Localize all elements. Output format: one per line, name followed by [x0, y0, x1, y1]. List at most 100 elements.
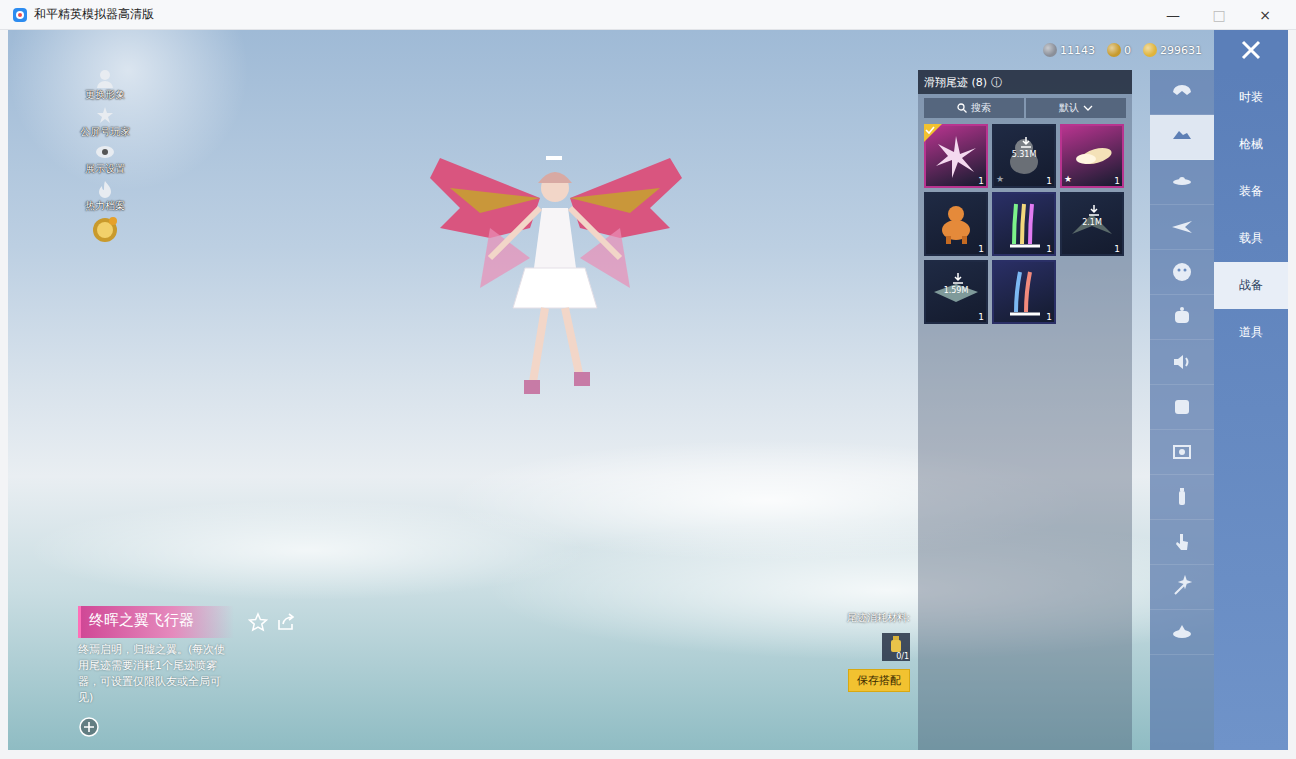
menu-icon — [95, 68, 115, 88]
menu-icon — [95, 142, 115, 162]
expand-plus-icon[interactable] — [78, 716, 296, 738]
trail-item[interactable]: 1 — [924, 124, 988, 188]
icon-tab-column — [1150, 70, 1214, 750]
search-placeholder: 搜索 — [971, 101, 991, 115]
trail-item[interactable]: 1 — [992, 192, 1056, 256]
window-control-button[interactable]: × — [1242, 7, 1288, 23]
search-icon — [957, 103, 967, 113]
currency-value: 11143 — [1060, 44, 1095, 57]
trail-item[interactable]: 5.31M★1 — [992, 124, 1056, 188]
category-icon — [1170, 260, 1194, 284]
item-count: 1 — [978, 176, 984, 186]
currency: 11143 — [1043, 43, 1095, 57]
chevron-down-icon — [1083, 104, 1093, 112]
item-description: 终焉启明，归墟之翼。(每次使用尾迹需要消耗1个尾迹喷雾器，可设置仅限队友或全局可… — [78, 642, 228, 706]
trail-item[interactable]: 1.59M1 — [924, 260, 988, 324]
item-count: 1 — [978, 312, 984, 322]
trail-item[interactable]: 2.1M1 — [1060, 192, 1124, 256]
category-tab[interactable]: 装备 — [1214, 168, 1288, 215]
window-control-button: □ — [1196, 7, 1242, 23]
search-field[interactable]: 搜索 — [924, 98, 1024, 118]
category-tab[interactable]: 载具 — [1214, 215, 1288, 262]
bottom-row: 终晖之翼飞行器终焉启明，归墟之翼。(每次使用尾迹需要消耗1个尾迹喷雾器，可设置仅… — [72, 606, 918, 738]
selected-check-icon — [924, 124, 942, 142]
download-icon — [1088, 204, 1100, 216]
sort-value: 默认 — [1059, 101, 1079, 115]
currency-bar: 11143 0 299631 — [8, 30, 1214, 70]
favorite-star-icon[interactable] — [248, 612, 268, 632]
window-title: 和平精英模拟器高清版 — [34, 6, 1150, 23]
category-icon-tab[interactable] — [1150, 70, 1214, 115]
category-icon-tab[interactable] — [1150, 340, 1214, 385]
category-tab[interactable]: 时装 — [1214, 74, 1288, 121]
star-icon: ★ — [1064, 174, 1072, 184]
trail-item-icon — [926, 126, 986, 186]
menu-label: 展示设置 — [85, 162, 125, 176]
download-icon — [1020, 136, 1032, 148]
menu-label: 公屏号玩家 — [80, 125, 130, 139]
title-bar: 和平精英模拟器高清版—□× — [0, 0, 1296, 30]
category-icon-tab[interactable] — [1150, 295, 1214, 340]
category-icon — [1170, 440, 1194, 464]
coin-icon — [1143, 43, 1157, 57]
category-icon-tab[interactable] — [1150, 205, 1214, 250]
currency: 0 — [1107, 43, 1131, 57]
item-name: 终晖之翼飞行器 — [78, 606, 234, 638]
menu-label: 热力档案 — [85, 199, 125, 213]
category-icon-tab[interactable] — [1150, 250, 1214, 295]
preview-area: 更换形象公屏号玩家展示设置热力档案终晖之翼飞行器终焉启明，归墟之翼。(每次使用尾… — [8, 30, 918, 750]
category-icon — [1170, 530, 1194, 554]
category-icon — [1170, 620, 1194, 644]
app-logo-icon — [12, 7, 28, 23]
trail-item[interactable]: ★1 — [1060, 124, 1124, 188]
panel-column: 滑翔尾迹 (8)ⓘ搜索默认15.31M★1★1112.1M11.59M11 — [918, 70, 1150, 750]
category-icon-tab[interactable] — [1150, 475, 1214, 520]
star-icon: ★ — [996, 174, 1004, 184]
category-icon — [1170, 80, 1194, 104]
panel-title: 滑翔尾迹 (8) — [924, 75, 987, 90]
category-icon-tab[interactable] — [1150, 430, 1214, 475]
trail-panel: 滑翔尾迹 (8)ⓘ搜索默认15.31M★1★1112.1M11.59M11 — [918, 70, 1132, 750]
share-icon[interactable] — [276, 612, 296, 632]
category-label: 装备 — [1239, 183, 1263, 200]
download-size: 2.1M — [1062, 218, 1122, 227]
category-icon-tab[interactable] — [1150, 115, 1214, 160]
category-icon — [1170, 215, 1194, 239]
coin-icon — [1107, 43, 1121, 57]
currency: 299631 — [1143, 43, 1202, 57]
category-icon-tab[interactable] — [1150, 385, 1214, 430]
menu-icon — [95, 179, 115, 199]
category-icon-tab[interactable] — [1150, 520, 1214, 565]
material-count: 0/1 — [895, 652, 910, 661]
category-icon-tab[interactable] — [1150, 565, 1214, 610]
trail-item[interactable]: 1 — [924, 192, 988, 256]
menu-label: 更换形象 — [85, 88, 125, 102]
category-icon — [1170, 575, 1194, 599]
category-icon-tab[interactable] — [1150, 610, 1214, 655]
window-control-button[interactable]: — — [1150, 7, 1196, 23]
left-menu-item[interactable]: 展示设置 — [85, 142, 125, 176]
category-tab[interactable]: 战备 — [1214, 262, 1288, 309]
rank-badge-icon — [91, 216, 119, 244]
category-tab[interactable]: 枪械 — [1214, 121, 1288, 168]
left-menu-item[interactable]: 公屏号玩家 — [80, 105, 130, 139]
sort-dropdown[interactable]: 默认 — [1026, 98, 1126, 118]
close-button[interactable] — [1214, 30, 1288, 70]
trail-item-icon — [926, 194, 986, 254]
category-icon-tab[interactable] — [1150, 160, 1214, 205]
category-label: 战备 — [1239, 277, 1263, 294]
category-label: 时装 — [1239, 89, 1263, 106]
trail-item[interactable]: 1 — [992, 260, 1056, 324]
category-icon — [1170, 305, 1194, 329]
info-icon[interactable]: ⓘ — [991, 75, 1002, 90]
left-menu-item[interactable]: 更换形象 — [85, 68, 125, 102]
category-tab[interactable]: 道具 — [1214, 309, 1288, 356]
panel-header: 滑翔尾迹 (8) ⓘ — [918, 70, 1132, 94]
left-menu-item[interactable]: 热力档案 — [85, 179, 125, 213]
category-icon — [1170, 170, 1194, 194]
material-slot: 0/1 — [882, 633, 910, 661]
item-info: 终晖之翼飞行器终焉启明，归墟之翼。(每次使用尾迹需要消耗1个尾迹喷雾器，可设置仅… — [78, 606, 296, 738]
save-button[interactable]: 保存搭配 — [848, 669, 910, 692]
spray-can-icon — [888, 635, 904, 653]
item-count: 1 — [1046, 312, 1052, 322]
